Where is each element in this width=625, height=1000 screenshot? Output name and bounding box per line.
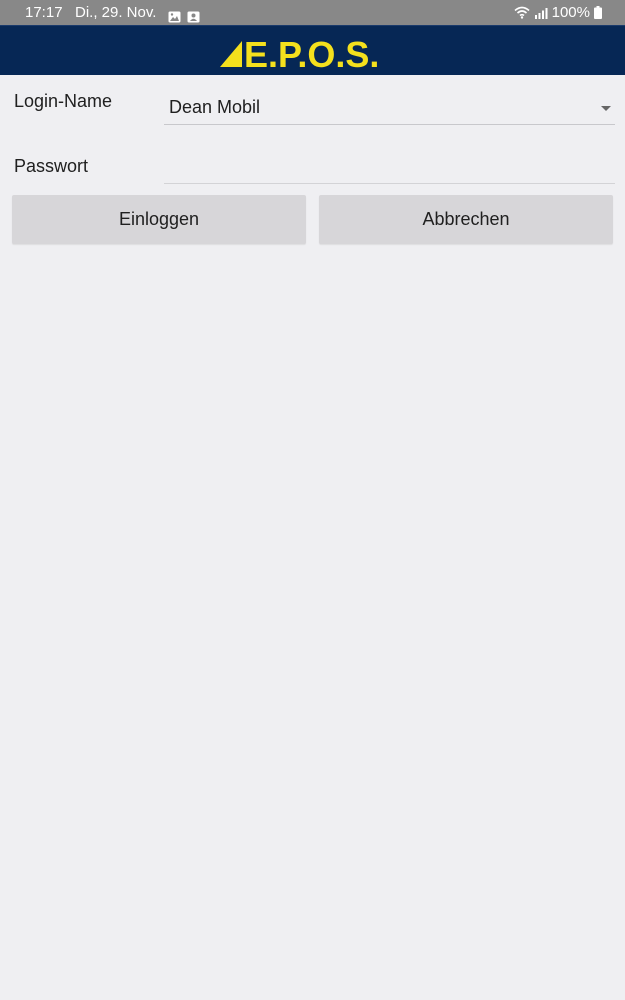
signal-icon — [534, 7, 548, 19]
password-input[interactable] — [164, 151, 615, 184]
login-name-label: Login-Name — [14, 91, 113, 111]
contact-card-icon — [187, 6, 200, 23]
password-label: Passwort — [14, 156, 89, 176]
logo-text: E.P.O.S. — [244, 35, 379, 69]
app-header: E.P.O.S. — [0, 25, 625, 75]
image-icon — [168, 6, 181, 23]
status-bar: 17:17 Di., 29. Nov. 100% — [0, 0, 625, 25]
epos-logo: E.P.O.S. — [220, 35, 379, 69]
battery-percentage: 100% — [551, 4, 590, 21]
dropdown-arrow-icon — [601, 106, 611, 111]
status-date: Di., 29. Nov. — [75, 4, 157, 21]
status-time: 17:17 — [25, 4, 63, 21]
wifi-icon — [514, 6, 530, 19]
battery-icon — [594, 6, 602, 19]
login-name-value: Dean Mobil — [169, 97, 261, 117]
notification-icons — [168, 6, 200, 23]
login-button[interactable]: Einloggen — [12, 195, 306, 244]
login-name-dropdown[interactable]: Dean Mobil — [164, 91, 615, 125]
status-indicators: 100% — [514, 0, 602, 25]
cancel-button[interactable]: Abbrechen — [319, 195, 613, 244]
